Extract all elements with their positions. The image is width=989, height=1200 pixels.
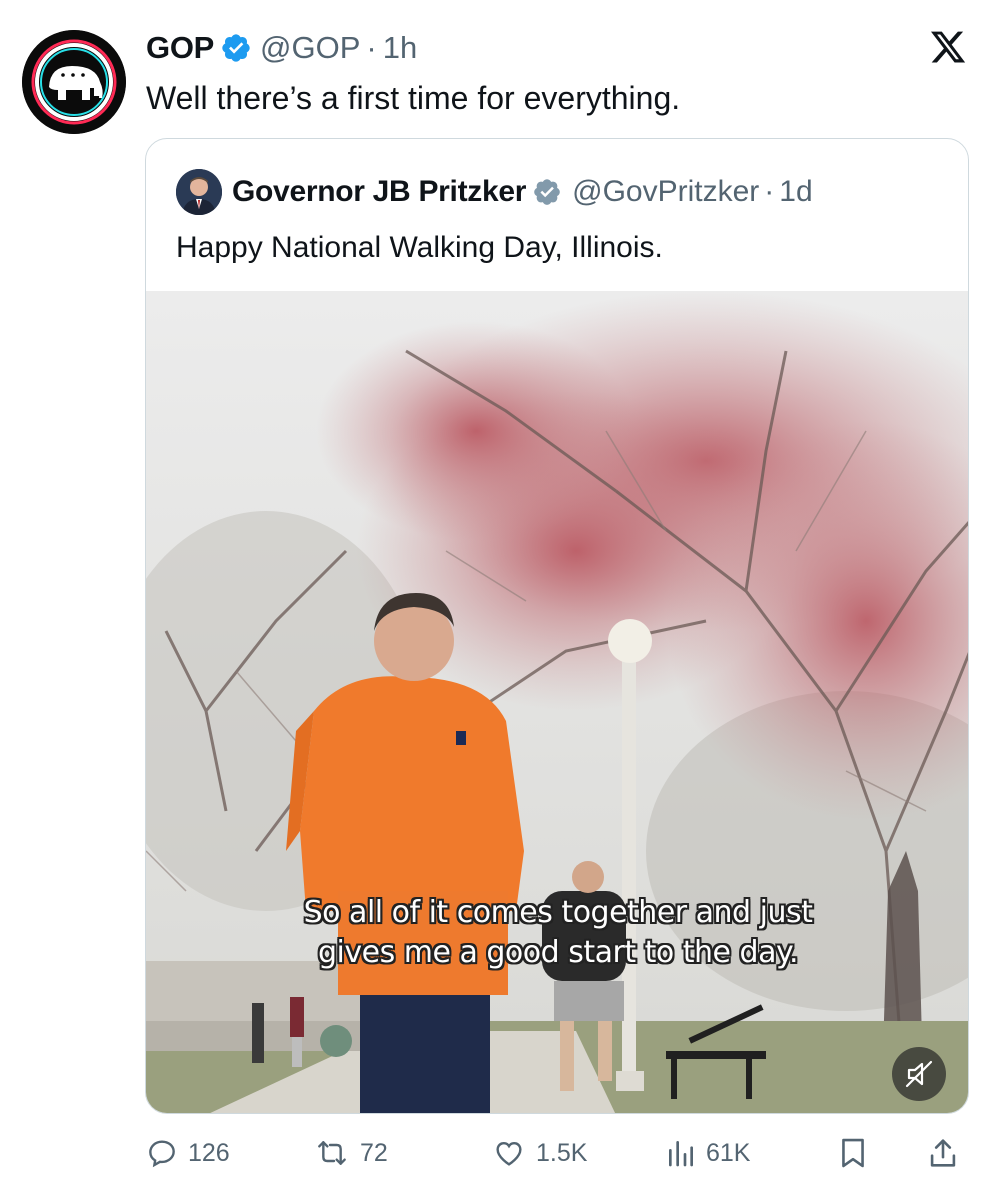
republican-elephant-logo-icon <box>22 30 126 134</box>
separator-dot: · <box>764 175 775 208</box>
bookmark-button[interactable] <box>838 1128 868 1178</box>
reply-icon <box>149 1140 175 1168</box>
views-icon <box>669 1141 694 1167</box>
quoted-post-timestamp[interactable]: 1d <box>779 175 812 209</box>
caption-line: So all of it comes together and just <box>303 895 813 930</box>
share-button[interactable] <box>928 1128 958 1178</box>
separator-dot: · <box>366 30 377 65</box>
author-handle[interactable]: @GOP <box>260 30 360 66</box>
quoted-post-card[interactable]: Governor JB Pritzker @GovPritzker · 1d H… <box>145 138 969 1114</box>
video-frame <box>146 291 968 1113</box>
share-icon <box>930 1139 956 1167</box>
action-bar: 126 72 1.5K 61K <box>0 1128 989 1178</box>
like-icon <box>496 1141 522 1166</box>
post-text: Well there’s a first time for everything… <box>146 80 681 116</box>
post-timestamp[interactable]: 1h <box>383 30 417 66</box>
quoted-post-header: Governor JB Pritzker @GovPritzker · 1d <box>176 169 813 215</box>
mute-button[interactable] <box>892 1047 946 1101</box>
reply-button[interactable]: 126 <box>146 1128 230 1178</box>
author-name[interactable]: GOP <box>146 30 214 66</box>
like-count: 1.5K <box>536 1138 588 1167</box>
verified-badge-icon <box>220 32 252 64</box>
mute-icon <box>905 1060 933 1088</box>
like-button[interactable]: 1.5K <box>492 1128 587 1178</box>
repost-count: 72 <box>360 1138 388 1167</box>
caption-line: gives me a good start to the day. <box>318 935 799 970</box>
x-logo-icon <box>928 28 968 66</box>
repost-button[interactable]: 72 <box>314 1128 388 1178</box>
repost-icon <box>318 1141 346 1165</box>
gop-avatar[interactable] <box>22 30 126 134</box>
quoted-author-handle[interactable]: @GovPritzker <box>572 175 759 209</box>
reply-count: 126 <box>188 1138 230 1167</box>
video-caption: So all of it comes together and just giv… <box>146 893 968 973</box>
post-header: GOP @GOP · 1h <box>146 28 417 68</box>
quoted-author-name[interactable]: Governor JB Pritzker <box>232 175 526 209</box>
verified-badge-icon <box>532 177 562 207</box>
quoted-post-text: Happy National Walking Day, Illinois. <box>176 231 663 264</box>
views-count: 61K <box>706 1138 751 1167</box>
video-player[interactable]: So all of it comes together and just giv… <box>146 291 968 1113</box>
pritzker-avatar[interactable] <box>176 169 222 215</box>
bookmark-icon <box>842 1138 864 1168</box>
views-button[interactable]: 61K <box>666 1128 750 1178</box>
